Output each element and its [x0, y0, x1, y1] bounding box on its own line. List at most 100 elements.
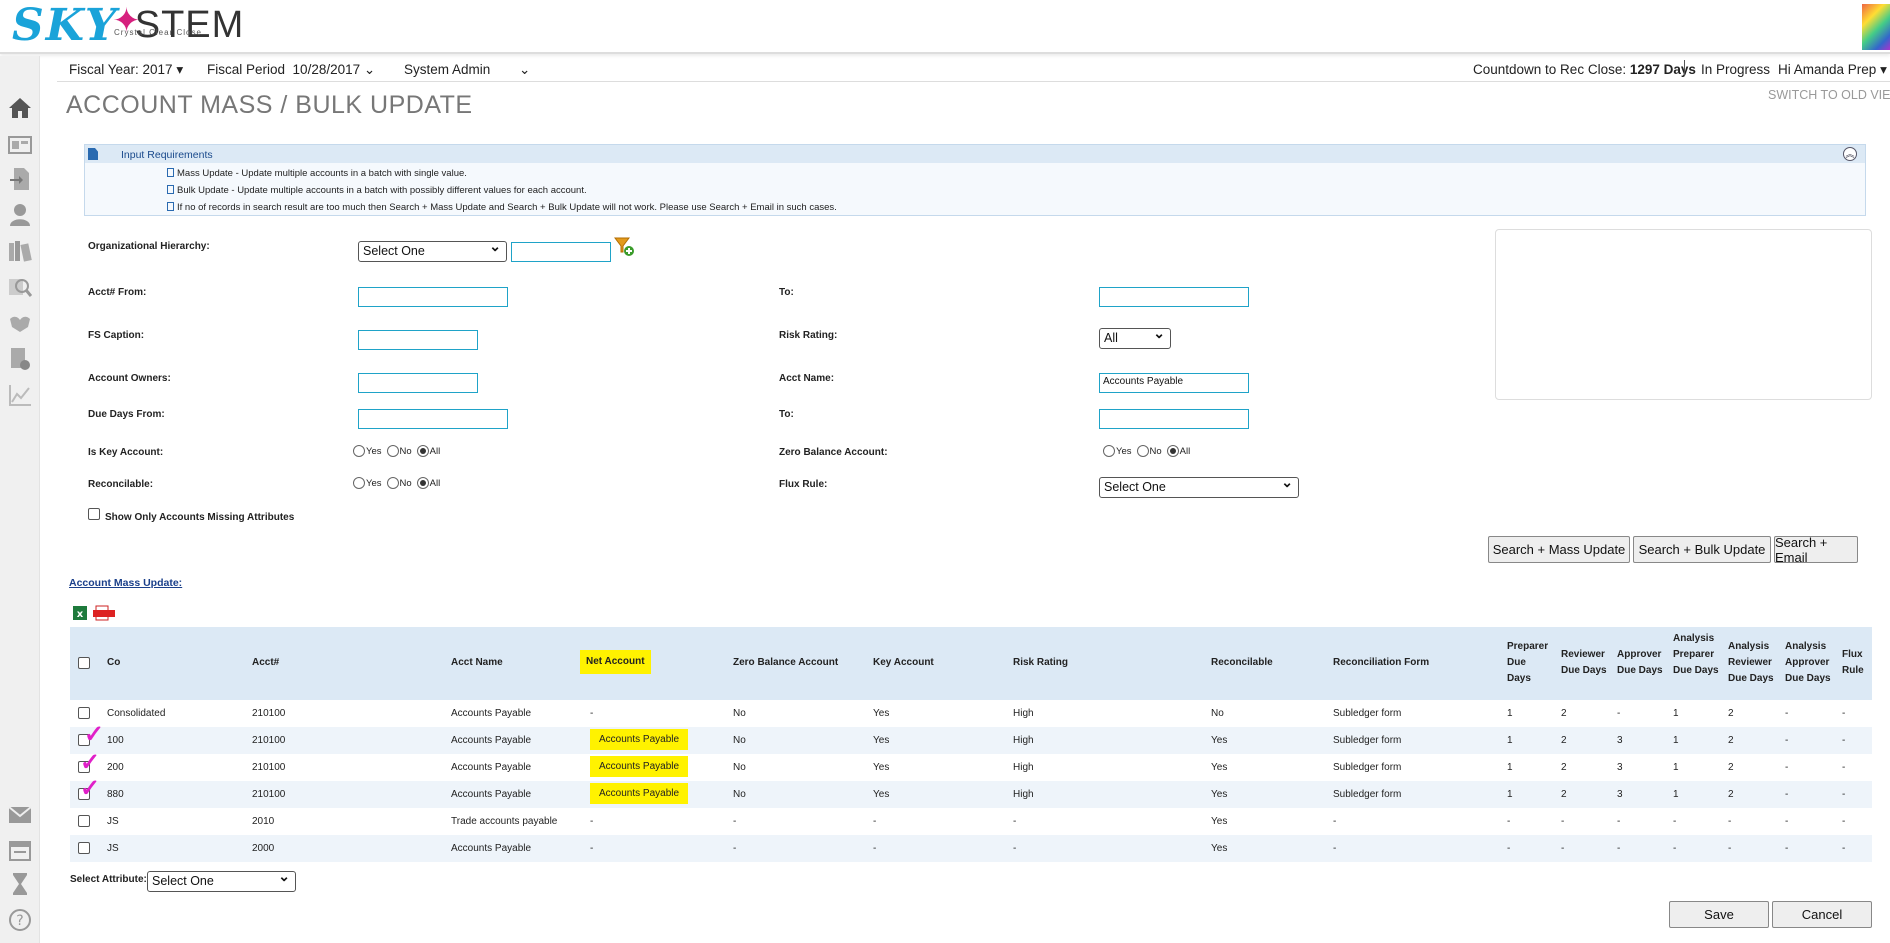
home-icon[interactable] — [8, 96, 32, 120]
cell-rev: - — [1561, 816, 1565, 827]
pdf-export-icon[interactable] — [93, 605, 115, 621]
radio-all[interactable] — [1166, 445, 1179, 457]
table-row: JS 2010 Trade accounts payable - - - - Yes - - - - -… — [70, 808, 1872, 835]
cell-aappr: - — [1785, 735, 1789, 746]
dashboard-icon[interactable] — [8, 133, 32, 157]
radio-all-label: All — [1179, 445, 1191, 457]
cell-appr: - — [1617, 816, 1621, 827]
acct-to-input[interactable] — [1099, 287, 1249, 307]
fiscal-year-label: Fiscal Year: 2017 — [69, 62, 173, 77]
cell-co: 880 — [107, 789, 124, 800]
account-mass-update-link[interactable]: Account Mass Update: — [69, 577, 182, 589]
cell-arev: - — [1728, 816, 1732, 827]
cell-key: Yes — [873, 708, 890, 719]
cell-appr: - — [1617, 708, 1621, 719]
approval-doc-icon[interactable] — [8, 347, 32, 371]
sidebar: ? — [0, 56, 40, 943]
cell-net: - — [590, 816, 594, 827]
radio-yes[interactable] — [353, 477, 365, 489]
handshake-icon[interactable] — [8, 311, 32, 335]
select-attribute-dropdown[interactable]: Select One — [147, 868, 296, 892]
cell-flux: - — [1842, 735, 1846, 746]
save-button[interactable]: Save — [1669, 901, 1769, 928]
due-days-from-input[interactable] — [358, 409, 508, 429]
requirement-line: Bulk Update - Update multiple accounts i… — [167, 185, 587, 196]
cell-zero: No — [733, 708, 746, 719]
radio-yes[interactable] — [353, 445, 365, 457]
row-checkbox[interactable] — [78, 815, 90, 827]
fiscal-period-dropdown[interactable]: Fiscal Period 10/28/2017 ⌄ — [207, 62, 375, 78]
radio-no[interactable] — [386, 445, 399, 457]
flux-rule-select[interactable]: Select One — [1099, 474, 1299, 498]
search-report-icon[interactable] — [8, 275, 32, 299]
cell-rev: - — [1561, 843, 1565, 854]
row-checkbox[interactable] — [78, 707, 90, 719]
cell-name: Accounts Payable — [451, 789, 532, 800]
help-icon[interactable]: ? — [8, 908, 32, 932]
fiscal-period-label: Fiscal Period — [207, 62, 286, 77]
chart-icon[interactable] — [8, 383, 32, 407]
avatar[interactable] — [1862, 4, 1890, 50]
search-bulk-update-button[interactable]: Search + Bulk Update — [1633, 536, 1771, 563]
org-select-value: Select One — [363, 244, 425, 258]
radio-all[interactable] — [416, 445, 429, 457]
radio-yes[interactable] — [1103, 445, 1115, 457]
search-email-button[interactable]: Search + Email — [1774, 535, 1858, 565]
excel-export-icon[interactable]: x — [72, 605, 88, 621]
acct-name-input[interactable]: Accounts Payable — [1099, 373, 1249, 393]
cell-recon: Yes — [1211, 735, 1228, 746]
row-checkbox[interactable] — [78, 842, 90, 854]
cell-flux: - — [1842, 789, 1846, 800]
cell-acct: 210100 — [252, 735, 286, 746]
import-icon[interactable] — [8, 167, 32, 191]
role-dropdown[interactable]: System Admin — [404, 62, 490, 77]
cell-risk: - — [1013, 816, 1017, 827]
switch-old-view-link[interactable]: SWITCH TO OLD VIE — [1768, 88, 1890, 102]
collapse-icon[interactable]: ︽ — [1843, 147, 1857, 161]
checkmark-annotation-icon: ✓ — [80, 749, 101, 776]
radio-no[interactable] — [1136, 445, 1149, 457]
cell-appr: - — [1617, 843, 1621, 854]
cell-co: JS — [107, 843, 119, 854]
select-attribute-value: Select One — [152, 874, 214, 888]
chevron-down-icon: ⌄ — [363, 62, 376, 77]
requirements-header[interactable]: Input Requirements ︽ — [85, 145, 1865, 163]
due-days-from-label: Due Days From: — [88, 409, 165, 420]
radio-no-label: No — [399, 477, 412, 489]
org-hierarchy-select[interactable]: Select One — [358, 238, 507, 262]
divider — [1684, 60, 1685, 76]
filter-add-icon[interactable] — [614, 236, 636, 258]
risk-rating-select[interactable]: All — [1099, 325, 1171, 349]
col-net-account: Net Account — [580, 650, 651, 674]
cell-flux: - — [1842, 816, 1846, 827]
org-hierarchy-input[interactable] — [511, 242, 611, 262]
search-mass-update-button[interactable]: Search + Mass Update — [1488, 536, 1630, 563]
select-all-checkbox[interactable] — [78, 657, 90, 669]
user-icon[interactable] — [8, 203, 32, 227]
role-chevron-down-icon[interactable]: ⌄ — [519, 62, 530, 78]
radio-all[interactable] — [416, 477, 429, 489]
cancel-button[interactable]: Cancel — [1772, 901, 1872, 928]
acct-from-input[interactable] — [358, 287, 508, 307]
fs-caption-input[interactable] — [358, 330, 478, 350]
cell-zero: No — [733, 762, 746, 773]
mail-icon[interactable] — [8, 803, 32, 827]
missing-attributes-checkbox[interactable] — [88, 508, 100, 520]
radio-no[interactable] — [386, 477, 399, 489]
user-menu[interactable]: Hi Amanda Prep ▾ — [1778, 62, 1887, 78]
cell-arev: 2 — [1728, 789, 1734, 800]
cell-co: Consolidated — [107, 708, 166, 719]
table-row: JS 2000 Accounts Payable - - - - Yes - - - - - - - - — [70, 835, 1872, 862]
due-days-to-input[interactable] — [1099, 409, 1249, 429]
cell-zero: No — [733, 789, 746, 800]
calendar-icon[interactable] — [8, 838, 32, 862]
cell-aappr: - — [1785, 816, 1789, 827]
app-logo[interactable]: SKY ✦ STEM Crystal Clear Close — [12, 0, 244, 51]
cell-form: Subledger form — [1333, 789, 1402, 800]
library-icon[interactable] — [8, 239, 32, 263]
account-owners-input[interactable] — [358, 373, 478, 393]
hourglass-icon[interactable] — [8, 872, 32, 896]
cell-flux: - — [1842, 843, 1846, 854]
fiscal-year-dropdown[interactable]: Fiscal Year: 2017 ▾ — [69, 62, 183, 78]
cell-acct: 210100 — [252, 708, 286, 719]
